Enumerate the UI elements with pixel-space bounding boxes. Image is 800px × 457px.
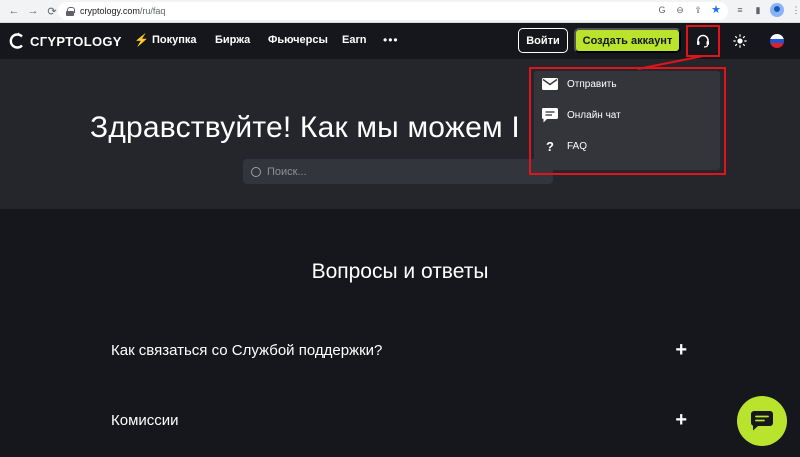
hero-title: Здравствуйте! Как мы можем I	[90, 111, 520, 144]
nav-item-exchange[interactable]: Биржа	[215, 34, 250, 46]
support-menu-item-send[interactable]: Отправить	[542, 77, 617, 91]
faq-question: Как связаться со Службой поддержки?	[111, 341, 383, 359]
site-header: CГYPTOLOGY ⚡ Покупка Биржа Фьючерсы Earn…	[0, 23, 800, 59]
url-text: cryptology.com/ru/faq	[80, 6, 166, 16]
faq-question: Комиссии	[111, 411, 179, 429]
search-input[interactable]	[267, 165, 507, 178]
support-menu-item-chat[interactable]: Онлайн чат	[542, 107, 621, 122]
faq-item-fees[interactable]: Комиссии +	[111, 410, 687, 430]
nav-item-earn[interactable]: Earn	[342, 34, 366, 46]
profile-avatar[interactable]	[770, 3, 784, 17]
browser-menu-icon[interactable]: ⋮	[790, 4, 800, 16]
browser-toolbar: ← → ⟳ cryptology.com/ru/faq G ⊖ ⇪ ★ ≡ ▮ …	[0, 0, 800, 23]
language-flag-icon[interactable]	[770, 34, 784, 48]
login-button[interactable]: Войти	[518, 28, 568, 53]
faq-title: Вопросы и ответы	[311, 260, 489, 283]
mail-icon	[542, 77, 558, 91]
question-icon: ?	[546, 138, 554, 154]
address-bar[interactable]: cryptology.com/ru/faq G ⊖ ⇪ ★	[58, 2, 728, 20]
support-menu-item-faq[interactable]: ? FAQ	[542, 138, 588, 154]
support-button[interactable]	[686, 25, 720, 57]
support-menu-label: Онлайн чат	[567, 109, 621, 121]
faq-item-support[interactable]: Как связаться со Службой поддержки? +	[111, 340, 687, 360]
chat-icon	[542, 107, 558, 122]
lightning-icon: ⚡	[134, 33, 149, 47]
side-panel-icon[interactable]: ▮	[752, 4, 764, 16]
more-menu-icon[interactable]: •••	[383, 33, 399, 47]
search-box[interactable]	[243, 159, 553, 184]
create-account-button[interactable]: Создать аккаунт	[574, 28, 681, 53]
headset-icon	[697, 34, 709, 48]
google-lens-icon[interactable]: G	[656, 4, 668, 16]
zoom-icon[interactable]: ⊖	[674, 4, 686, 16]
bookmark-star-icon[interactable]: ★	[710, 4, 722, 16]
expand-plus-icon[interactable]: +	[675, 340, 687, 360]
reading-list-icon[interactable]: ≡	[734, 4, 746, 16]
support-dropdown: Отправить Онлайн чат ? FAQ	[534, 71, 720, 170]
page: ← → ⟳ cryptology.com/ru/faq G ⊖ ⇪ ★ ≡ ▮ …	[0, 0, 800, 457]
theme-toggle-icon[interactable]	[733, 34, 747, 48]
forward-icon[interactable]: →	[25, 3, 41, 19]
expand-plus-icon[interactable]: +	[675, 410, 687, 430]
share-icon[interactable]: ⇪	[692, 4, 704, 16]
logo-icon	[9, 32, 23, 49]
logo[interactable]: CГYPTOLOGY	[8, 32, 122, 50]
chat-bubble-icon	[751, 411, 773, 431]
support-menu-label: Отправить	[567, 78, 617, 90]
back-icon[interactable]: ←	[6, 3, 22, 19]
lock-icon	[66, 6, 75, 16]
support-menu-label: FAQ	[567, 140, 588, 152]
nav-item-futures[interactable]: Фьючерсы	[268, 34, 328, 46]
search-icon	[251, 166, 261, 177]
chat-widget-button[interactable]	[737, 396, 787, 446]
nav-item-buy[interactable]: Покупка	[152, 34, 197, 46]
logo-text: CГYPTOLOGY	[30, 33, 122, 49]
